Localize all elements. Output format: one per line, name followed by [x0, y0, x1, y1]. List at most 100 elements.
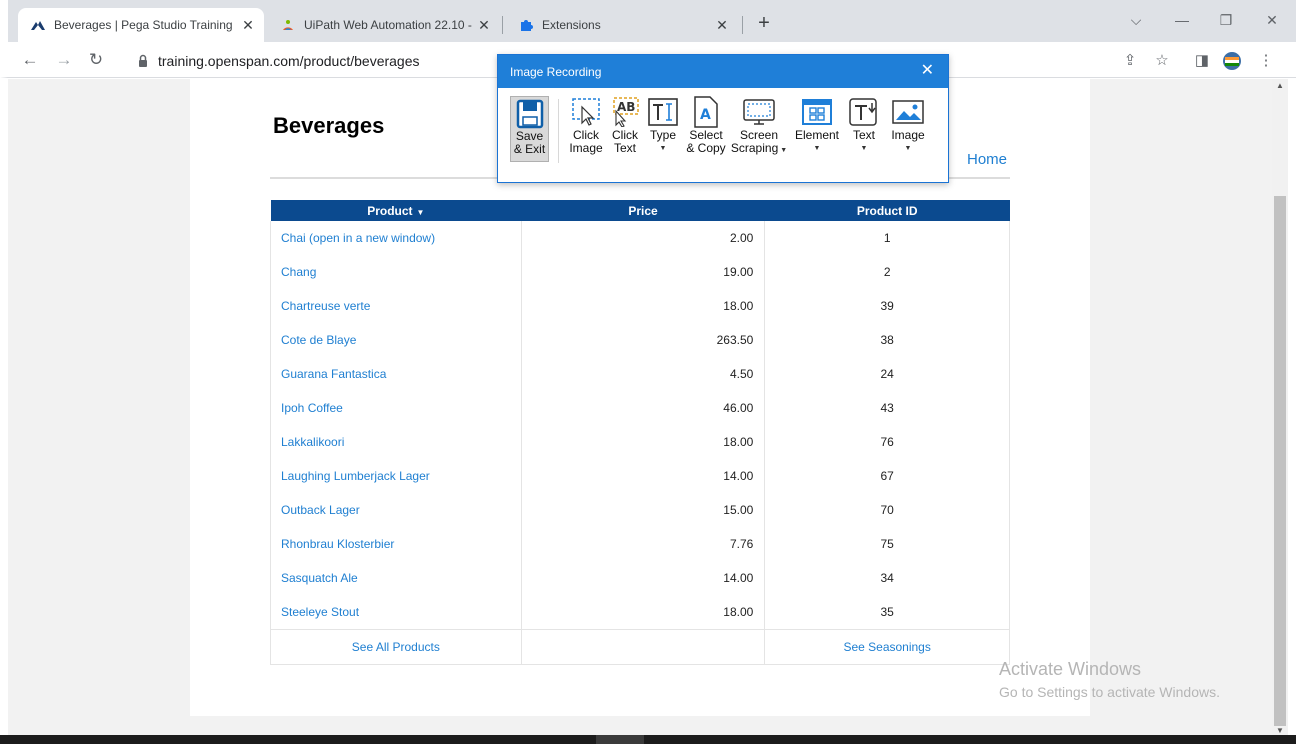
product-link[interactable]: Ipoh Coffee: [270, 391, 522, 425]
see-seasonings-link[interactable]: See Seasonings: [764, 628, 1010, 665]
image-icon: [888, 95, 928, 129]
element-button[interactable]: Element ▼: [792, 95, 842, 155]
dialog-title: Image Recording: [510, 64, 602, 79]
reload-icon[interactable]: ↻: [86, 50, 106, 70]
product-link[interactable]: Sasquatch Ale: [270, 561, 522, 595]
close-window-icon[interactable]: ✕: [1262, 12, 1282, 29]
product-link[interactable]: Guarana Fantastica: [270, 357, 522, 391]
image-recording-dialog: Image Recording ✕ Save & Exit Click Imag…: [497, 54, 949, 183]
image-label: Image: [891, 128, 925, 142]
close-dialog-icon[interactable]: ✕: [921, 62, 934, 80]
product-link[interactable]: Chang: [270, 255, 522, 289]
tab-strip: Beverages | Pega Studio Training ✕ UiPat…: [0, 0, 1296, 42]
product-id-cell: 24: [764, 357, 1010, 391]
select-copy-button[interactable]: A Select & Copy: [684, 95, 728, 155]
screen-scraping-button[interactable]: Screen Scraping ▼: [730, 95, 788, 157]
scroll-down-icon[interactable]: ▼: [1272, 726, 1288, 735]
lock-icon: [139, 54, 147, 67]
product-link[interactable]: Laughing Lumberjack Lager: [270, 459, 522, 493]
click-image-icon: [565, 95, 607, 129]
price-cell: 18.00: [520, 425, 766, 459]
avatar[interactable]: [1222, 51, 1242, 71]
product-column-header[interactable]: Product ▼: [270, 200, 522, 221]
menu-kebab-icon[interactable]: ⋮: [1256, 51, 1276, 71]
table-row: Chang 19.00 2: [270, 255, 1010, 289]
toolbar-separator: [558, 99, 559, 163]
product-link[interactable]: Rhonbrau Klosterbier: [270, 527, 522, 561]
price-cell: 19.00: [520, 255, 766, 289]
taskbar-button[interactable]: [596, 735, 644, 744]
scroll-up-icon[interactable]: ▲: [1272, 81, 1288, 90]
price-cell: 263.50: [520, 323, 766, 357]
table-row: Steeleye Stout 18.00 35: [270, 595, 1010, 630]
close-tab-icon[interactable]: ✕: [712, 17, 732, 34]
product-id-cell: 35: [764, 595, 1010, 630]
tab-beverages[interactable]: Beverages | Pega Studio Training ✕: [18, 8, 264, 42]
share-icon[interactable]: ⇪: [1120, 51, 1140, 71]
product-id-column-header: Product ID: [764, 200, 1010, 221]
screen-scraping-label-2: Scraping: [730, 141, 779, 155]
tab-title: Extensions: [542, 18, 601, 32]
type-dropdown-icon[interactable]: ▼: [644, 142, 682, 155]
table-row: Sasquatch Ale 14.00 34: [270, 561, 1010, 595]
image-dropdown-icon[interactable]: ▼: [888, 142, 928, 155]
restore-icon[interactable]: ❐: [1216, 12, 1236, 29]
product-id-cell: 39: [764, 289, 1010, 323]
click-text-label-2: Text: [613, 141, 636, 155]
text-dropdown-icon[interactable]: ▼: [846, 142, 882, 155]
table-row: Guarana Fantastica 4.50 24: [270, 357, 1010, 391]
save-exit-button[interactable]: Save & Exit: [510, 96, 549, 162]
product-link[interactable]: Lakkalikoori: [270, 425, 522, 459]
minimize-icon[interactable]: —: [1172, 12, 1192, 28]
product-id-cell: 75: [764, 527, 1010, 561]
pega-icon: [30, 17, 46, 33]
text-button[interactable]: Text ▼: [846, 95, 882, 155]
close-tab-icon[interactable]: ✕: [474, 17, 494, 34]
forward-icon[interactable]: →: [54, 50, 74, 70]
side-panel-icon[interactable]: ◨: [1192, 51, 1212, 71]
table-row: Cote de Blaye 263.50 38: [270, 323, 1010, 357]
image-button[interactable]: Image ▼: [888, 95, 928, 155]
price-cell: 15.00: [520, 493, 766, 527]
select-copy-icon: A: [684, 95, 728, 129]
scroll-thumb[interactable]: [1274, 196, 1286, 726]
screen-scraping-dropdown-icon[interactable]: ▼: [778, 147, 787, 154]
new-tab-button[interactable]: +: [754, 13, 774, 33]
click-text-button[interactable]: AB Click Text: [607, 95, 643, 155]
screen-scraping-icon: [730, 95, 788, 129]
watermark-title: Activate Windows: [999, 659, 1142, 679]
click-text-icon: AB: [607, 95, 643, 129]
price-cell: 4.50: [520, 357, 766, 391]
type-button[interactable]: Type ▼: [644, 95, 682, 155]
table-body: Chai (open in a new window) 2.00 1 Chang 19.…: [270, 221, 1010, 630]
see-all-products-link[interactable]: See All Products: [270, 628, 522, 665]
taskbar: [0, 735, 1296, 744]
tab-search-icon[interactable]: ⌵: [1126, 12, 1146, 29]
product-id-cell: 34: [764, 561, 1010, 595]
product-id-cell: 67: [764, 459, 1010, 493]
close-tab-icon[interactable]: ✕: [238, 17, 258, 34]
activate-windows-watermark: Activate Windows Go to Settings to activ…: [999, 659, 1220, 700]
back-icon[interactable]: ←: [20, 50, 40, 70]
product-id-cell: 38: [764, 323, 1010, 357]
table-row: Laughing Lumberjack Lager 14.00 67: [270, 459, 1010, 493]
product-id-cell: 2: [764, 255, 1010, 289]
click-image-button[interactable]: Click Image: [565, 95, 607, 155]
product-link[interactable]: Outback Lager: [270, 493, 522, 527]
tab-uipath[interactable]: UiPath Web Automation 22.10 - C ✕: [268, 8, 500, 42]
product-link[interactable]: Cote de Blaye: [270, 323, 522, 357]
products-table: Product ▼ Price Product ID Chai (open in …: [270, 200, 1010, 665]
save-icon: [511, 97, 548, 130]
select-copy-label-2: & Copy: [686, 141, 726, 155]
product-link[interactable]: Chai (open in a new window): [270, 221, 522, 255]
vertical-scrollbar[interactable]: ▲ ▼: [1272, 79, 1288, 735]
bookmark-star-icon[interactable]: ☆: [1152, 51, 1172, 71]
element-dropdown-icon[interactable]: ▼: [792, 142, 842, 155]
table-row: Chai (open in a new window) 2.00 1: [270, 221, 1010, 255]
product-link[interactable]: Steeleye Stout: [270, 595, 522, 630]
tab-extensions[interactable]: Extensions ✕: [506, 8, 738, 42]
type-label: Type: [649, 128, 676, 142]
product-link[interactable]: Chartreuse verte: [270, 289, 522, 323]
product-id-cell: 70: [764, 493, 1010, 527]
home-link[interactable]: Home: [967, 151, 1007, 168]
